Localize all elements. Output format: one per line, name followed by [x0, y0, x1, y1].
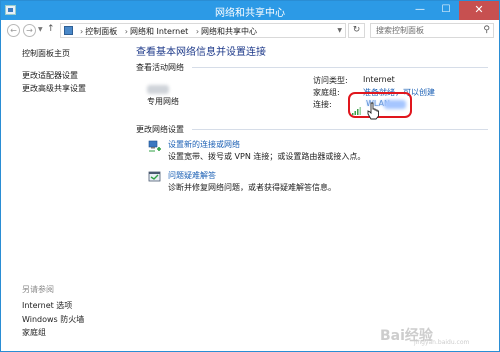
minimize-button[interactable]: — — [407, 1, 433, 20]
sidebar: 控制面板主页 更改适配器设置 更改高级共享设置 另请参阅 Internet 选项… — [2, 42, 122, 351]
connections-label: 连接: — [313, 100, 332, 109]
address-field[interactable]: › 控制面板 › 网络和 Internet › 网络和共享中心 ▼ — [60, 23, 346, 38]
highlight-annotation — [348, 92, 412, 118]
setup-new-connection-description: 设置宽带、拨号或 VPN 连接；或设置路由器或接入点。 — [168, 152, 366, 161]
page-title: 查看基本网络信息并设置连接 — [136, 47, 266, 58]
forward-arrow-icon[interactable]: → — [23, 24, 36, 37]
access-type-value: Internet — [363, 75, 395, 84]
network-name-redacted — [147, 85, 169, 94]
breadcrumb-network-internet[interactable]: 网络和 Internet — [130, 27, 188, 36]
network-sharing-center-window: 网络和共享中心 — ☐ ✕ ← → ▼ ↑ › 控制面板 › 网络和 Interne… — [0, 0, 500, 352]
address-bar-row: ← → ▼ ↑ › 控制面板 › 网络和 Internet › 网络和共享中心 ▼ ↻… — [1, 20, 499, 42]
baidu-watermark: Bai经验 jingyan.baidu.com — [380, 325, 470, 347]
main-content: 查看基本网络信息并设置连接 查看活动网络 专用网络 访问类型: Internet… — [122, 42, 498, 351]
homegroup-label: 家庭组: — [313, 88, 340, 97]
search-input[interactable] — [371, 24, 484, 37]
troubleshoot-icon — [148, 171, 161, 182]
sidebar-item-control-panel-home[interactable]: 控制面板主页 — [22, 48, 70, 59]
active-networks-label: 查看活动网络 — [136, 63, 184, 72]
access-type-label: 访问类型: — [313, 76, 348, 85]
sidebar-item-homegroup[interactable]: 家庭组 — [22, 327, 46, 338]
breadcrumb-network-sharing-center[interactable]: 网络和共享中心 — [201, 27, 257, 36]
hand-cursor-icon — [367, 102, 379, 120]
up-arrow-icon[interactable]: ↑ — [47, 24, 55, 34]
refresh-icon[interactable]: ↻ — [348, 23, 365, 38]
troubleshoot-problems-description: 诊断并修复网络问题，或者获得疑难解答信息。 — [168, 183, 336, 192]
breadcrumb: › 控制面板 › 网络和 Internet › 网络和共享中心 — [80, 27, 258, 36]
watermark-subtext: jingyan.baidu.com — [414, 339, 470, 346]
title-bar: 网络和共享中心 — ☐ ✕ — [1, 1, 499, 20]
new-connection-icon — [148, 140, 161, 152]
see-also-label: 另请参阅 — [22, 285, 54, 294]
troubleshoot-problems-link[interactable]: 问题疑难解答 — [168, 170, 216, 181]
sidebar-item-change-advanced-sharing[interactable]: 更改高级共享设置 — [22, 83, 86, 94]
setup-new-connection-link[interactable]: 设置新的连接或网络 — [168, 139, 240, 150]
change-settings-divider — [192, 129, 488, 130]
recent-pages-chevron-icon[interactable]: ▼ — [38, 26, 43, 33]
change-settings-label: 更改网络设置 — [136, 125, 184, 134]
sidebar-item-internet-options[interactable]: Internet 选项 — [22, 300, 72, 311]
sidebar-item-change-adapter-settings[interactable]: 更改适配器设置 — [22, 70, 78, 81]
search-box[interactable]: ⚲ — [370, 23, 494, 38]
back-arrow-icon[interactable]: ← — [7, 24, 20, 37]
breadcrumb-control-panel[interactable]: 控制面板 — [85, 27, 117, 36]
maximize-button[interactable]: ☐ — [433, 1, 459, 20]
close-button[interactable]: ✕ — [459, 1, 499, 20]
sidebar-item-windows-firewall[interactable]: Windows 防火墙 — [22, 314, 84, 325]
network-type[interactable]: 专用网络 — [147, 96, 179, 107]
search-icon[interactable]: ⚲ — [483, 25, 490, 35]
address-dropdown-chevron-icon[interactable]: ▼ — [337, 27, 342, 34]
active-networks-divider — [192, 67, 488, 68]
control-panel-icon — [64, 26, 73, 35]
